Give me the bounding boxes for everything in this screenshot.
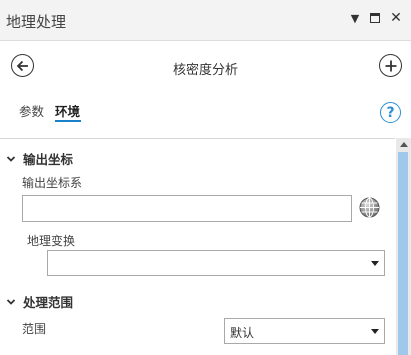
dropdown-caret-icon [371,261,379,266]
geo-transform-select[interactable] [47,250,385,276]
scrollbar-thumb[interactable] [398,152,408,355]
output-cs-label: 输出坐标系 [22,176,83,190]
tool-tabs: 参数 环境 ? [0,93,411,133]
add-button[interactable] [379,54,402,77]
chevron-down-icon [6,155,16,162]
dropdown-caret-icon [371,329,379,334]
maximize-icon[interactable] [368,11,382,25]
close-icon[interactable]: ✕ [389,10,403,26]
active-tab-indicator [55,120,81,122]
help-icon[interactable]: ? [380,102,401,123]
divider [0,138,395,139]
extent-value: 默认 [230,326,255,340]
scroll-up-icon[interactable] [400,142,408,147]
tab-parameters[interactable]: 参数 [19,101,44,120]
pane-title: 地理处理 [6,13,67,31]
pane-options-icon[interactable]: ▼ [348,11,362,25]
plus-icon [385,60,396,71]
section-title: 处理范围 [23,295,74,310]
section-title: 输出坐标 [23,152,74,167]
output-cs-input[interactable] [22,195,352,222]
globe-icon[interactable] [359,197,380,218]
extent-label: 范围 [22,322,47,336]
tool-header: 核密度分析 [0,41,411,93]
tool-title: 核密度分析 [172,63,238,78]
extent-select[interactable]: 默认 [224,318,385,344]
chevron-down-icon [6,298,16,305]
tab-environments[interactable]: 环境 [55,101,80,120]
section-output-coordinates[interactable]: 输出坐标 [6,149,73,168]
pane-titlebar: 地理处理 ▼ ✕ [0,0,411,41]
geo-transform-label: 地理变换 [27,234,76,248]
section-processing-extent[interactable]: 处理范围 [6,292,73,311]
